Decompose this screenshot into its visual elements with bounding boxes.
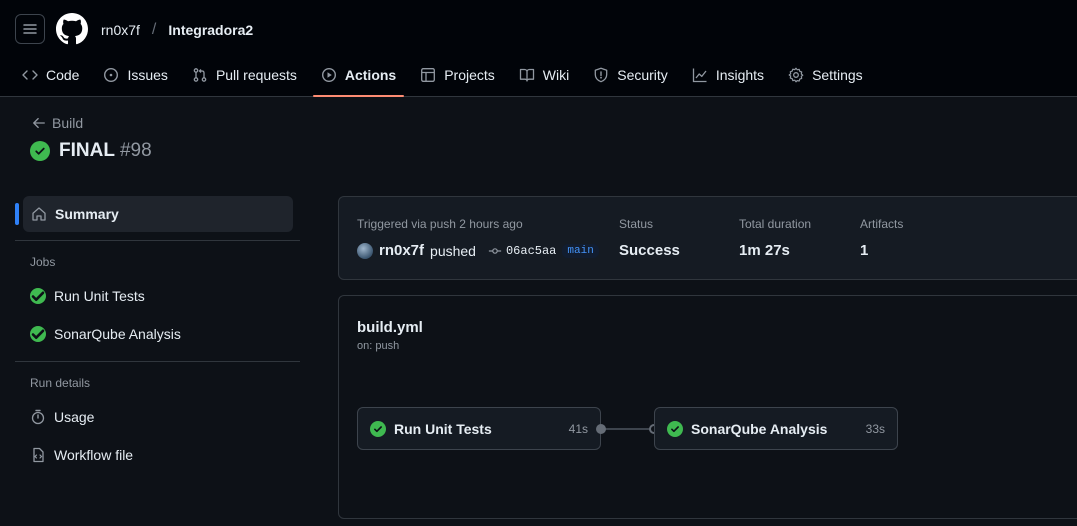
tab-wiki-label: Wiki: [542, 67, 570, 83]
hamburger-icon: [23, 24, 37, 34]
run-details-heading: Run details: [30, 376, 91, 390]
success-check-icon: [30, 141, 50, 161]
workflow-graph-panel: build.yml on: push Run Unit Tests 41s So…: [338, 295, 1077, 519]
repo-link[interactable]: Integradora2: [168, 22, 253, 38]
actor-link[interactable]: rn0x7f: [379, 242, 424, 259]
page-title: FINAL #98: [30, 140, 152, 162]
sidebar-item-label: Run Unit Tests: [54, 288, 145, 304]
duration-label: Total duration: [739, 217, 812, 231]
git-commit-icon: [488, 247, 502, 254]
sidebar-item-label: SonarQube Analysis: [54, 326, 181, 342]
graph-icon: [692, 68, 707, 83]
play-icon: [321, 67, 336, 83]
workflow-trigger: on: push: [357, 340, 400, 352]
branch-badge[interactable]: main: [562, 243, 599, 258]
breadcrumb: rn0x7f / Integradora2: [101, 21, 253, 39]
commit-sha-link[interactable]: 06ac5aa: [488, 244, 556, 258]
status-label: Status: [619, 217, 654, 231]
success-check-icon: [30, 326, 46, 342]
artifacts-label: Artifacts: [860, 217, 904, 231]
job-duration: 41s: [568, 421, 588, 436]
tab-pull-requests-label: Pull requests: [215, 67, 297, 83]
artifacts-info: Artifacts 1: [860, 217, 903, 259]
trigger-label: Triggered via push 2 hours ago: [357, 217, 523, 231]
duration-value: 1m 27s: [739, 242, 790, 259]
run-summary-panel: Triggered via push 2 hours ago rn0x7f pu…: [338, 196, 1077, 280]
sidebar-item-job-run-unit-tests[interactable]: Run Unit Tests: [15, 277, 300, 315]
table-icon: [421, 68, 436, 82]
job-name: Run Unit Tests: [394, 420, 492, 437]
status-info: Status Success: [619, 217, 680, 259]
job-connector: [601, 428, 654, 430]
file-code-icon: [33, 447, 44, 463]
repo-nav: Code Issues Pull requests Actions Projec…: [14, 57, 879, 97]
workflow-file-name: build.yml: [357, 319, 423, 336]
sidebar-item-label: Summary: [55, 206, 119, 222]
job-node-sonarqube-analysis[interactable]: SonarQube Analysis 33s: [654, 407, 898, 450]
run-number: #98: [119, 140, 152, 161]
tab-actions-label: Actions: [344, 67, 397, 83]
code-icon: [22, 70, 38, 80]
job-name: SonarQube Analysis: [691, 420, 828, 437]
sidebar-item-label: Usage: [54, 409, 95, 425]
success-check-icon: [370, 420, 386, 437]
connector-dot: [596, 424, 606, 434]
artifacts-value[interactable]: 1: [860, 242, 903, 259]
tab-code-label: Code: [46, 67, 80, 83]
sidebar-item-summary[interactable]: Summary: [15, 196, 293, 232]
stopwatch-icon: [31, 409, 45, 425]
pull-request-icon: [193, 68, 207, 82]
tab-code[interactable]: Code: [14, 57, 87, 93]
gear-icon: [788, 67, 804, 83]
job-node-run-unit-tests[interactable]: Run Unit Tests 41s: [357, 407, 601, 450]
home-icon: [32, 207, 46, 221]
tab-security-label: Security: [617, 67, 668, 83]
arrow-left-icon: [33, 117, 45, 129]
tab-issues-label: Issues: [127, 67, 168, 83]
issue-icon: [104, 67, 119, 83]
tab-pull-requests[interactable]: Pull requests: [184, 57, 305, 93]
tab-security[interactable]: Security: [585, 57, 676, 93]
run-name: FINAL: [59, 140, 115, 161]
back-to-workflow-link[interactable]: Build: [32, 115, 83, 131]
app-header: rn0x7f / Integradora2 Code Issues Pull r…: [0, 0, 1077, 97]
tab-projects[interactable]: Projects: [412, 57, 503, 93]
shield-icon: [594, 67, 608, 83]
tab-settings[interactable]: Settings: [780, 57, 871, 93]
tab-settings-label: Settings: [812, 67, 863, 83]
tab-insights-label: Insights: [715, 67, 765, 83]
owner-link[interactable]: rn0x7f: [101, 22, 140, 38]
tab-insights[interactable]: Insights: [684, 57, 772, 93]
success-check-icon: [667, 420, 683, 437]
back-label: Build: [52, 115, 84, 131]
avatar[interactable]: [357, 242, 373, 259]
success-check-icon: [30, 288, 46, 304]
commit-sha: 06ac5aa: [505, 243, 557, 258]
tab-actions[interactable]: Actions: [312, 57, 405, 97]
tab-issues[interactable]: Issues: [95, 57, 175, 93]
book-icon: [519, 68, 534, 82]
tab-wiki[interactable]: Wiki: [511, 57, 577, 93]
jobs-heading: Jobs: [30, 255, 56, 269]
sidebar-item-job-sonarqube-analysis[interactable]: SonarQube Analysis: [15, 315, 300, 353]
sidebar-item-label: Workflow file: [54, 447, 134, 463]
trigger-info: Triggered via push 2 hours ago rn0x7f pu…: [357, 217, 599, 259]
sidebar-item-workflow-file[interactable]: Workflow file: [15, 436, 300, 474]
status-value: Success: [619, 242, 680, 259]
job-duration: 33s: [865, 421, 885, 436]
duration-info: Total duration 1m 27s: [739, 217, 811, 259]
run-sidebar: Summary Jobs Run Unit Tests SonarQube An…: [15, 196, 300, 474]
sidebar-item-usage[interactable]: Usage: [15, 398, 300, 436]
breadcrumb-separator: /: [151, 21, 157, 38]
menu-button[interactable]: [15, 14, 45, 44]
action-text: pushed: [430, 242, 476, 259]
github-logo-icon[interactable]: [56, 13, 88, 45]
tab-projects-label: Projects: [444, 67, 495, 83]
